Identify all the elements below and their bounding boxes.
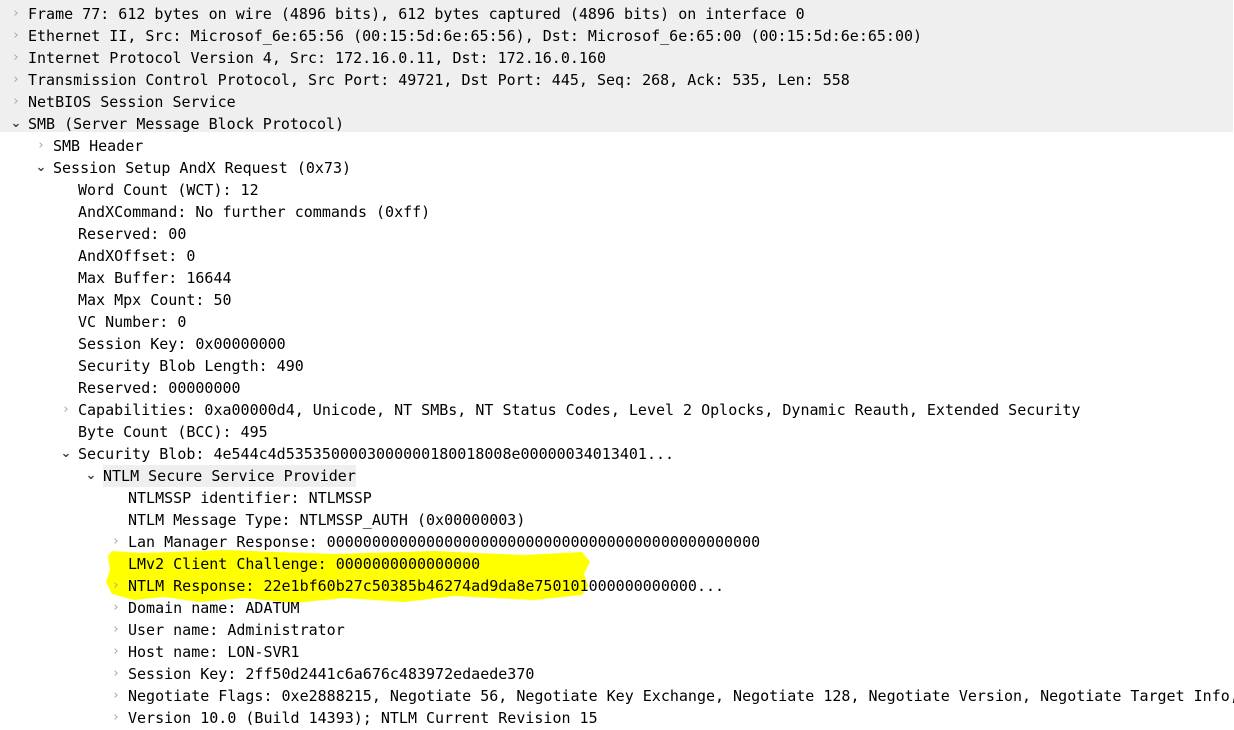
packet-detail-tree[interactable]: › Frame 77: 612 bytes on wire (4896 bits)… <box>0 0 1234 730</box>
tree-row[interactable]: Reserved: 00 <box>0 223 1234 245</box>
tree-row[interactable]: › Capabilities: 0xa00000d4, Unicode, NT S… <box>0 399 1234 421</box>
tree-row-label: AndXCommand: No further commands (0xff) <box>78 203 431 221</box>
tree-row[interactable]: Max Mpx Count: 50 <box>0 289 1234 311</box>
chevron-down-icon[interactable]: ⌄ <box>58 443 74 465</box>
chevron-right-icon[interactable]: › <box>8 25 24 47</box>
chevron-right-icon[interactable]: › <box>8 69 24 91</box>
chevron-right-icon[interactable]: › <box>108 663 124 685</box>
tree-row[interactable]: Reserved: 00000000 <box>0 377 1234 399</box>
tree-row-label: Domain name: ADATUM <box>128 599 300 617</box>
tree-row[interactable]: AndXCommand: No further commands (0xff) <box>0 201 1234 223</box>
tree-row[interactable]: Word Count (WCT): 12 <box>0 179 1234 201</box>
tree-row-label: Word Count (WCT): 12 <box>78 181 259 199</box>
tree-row-label: Security Blob: 4e544c4d53535000030000001… <box>78 445 675 463</box>
tree-row[interactable]: › User name: Administrator <box>0 619 1234 641</box>
tree-row[interactable]: VC Number: 0 <box>0 311 1234 333</box>
tree-row[interactable]: ⌄ Security Blob: 4e544c4d5353500003000000… <box>0 443 1234 465</box>
tree-row-label: Session Setup AndX Request (0x73) <box>53 159 352 177</box>
tree-row-label: Reserved: 00 <box>78 225 187 243</box>
tree-row[interactable]: › Frame 77: 612 bytes on wire (4896 bits)… <box>0 3 1234 25</box>
tree-row[interactable]: › Transmission Control Protocol, Src Port… <box>0 69 1234 91</box>
chevron-right-icon[interactable]: › <box>58 399 74 421</box>
tree-row-label: Version 10.0 (Build 14393); NTLM Current… <box>128 709 598 727</box>
tree-row[interactable]: Session Key: 0x00000000 <box>0 333 1234 355</box>
tree-row[interactable]: › Version 10.0 (Build 14393); NTLM Curren… <box>0 707 1234 729</box>
chevron-down-icon[interactable]: ⌄ <box>83 465 99 487</box>
tree-row[interactable]: › Lan Manager Response: 00000000000000000… <box>0 531 1234 553</box>
tree-row-label: Host name: LON-SVR1 <box>128 643 300 661</box>
chevron-right-icon[interactable]: › <box>108 685 124 707</box>
chevron-right-icon[interactable]: › <box>8 91 24 113</box>
tree-row-label: NTLM Response: 22e1bf60b27c50385b46274ad… <box>128 577 725 595</box>
tree-row-label: NTLM Message Type: NTLMSSP_AUTH (0x00000… <box>128 511 526 529</box>
tree-row[interactable]: Byte Count (BCC): 495 <box>0 421 1234 443</box>
tree-row-label: VC Number: 0 <box>78 313 187 331</box>
tree-row-label: Capabilities: 0xa00000d4, Unicode, NT SM… <box>78 401 1081 419</box>
tree-row-label: Session Key: 0x00000000 <box>78 335 286 353</box>
chevron-down-icon[interactable]: ⌄ <box>33 157 49 179</box>
tree-row-label: Lan Manager Response: 000000000000000000… <box>128 533 761 551</box>
chevron-right-icon[interactable]: › <box>33 135 49 157</box>
tree-row[interactable]: NTLMSSP identifier: NTLMSSP <box>0 487 1234 509</box>
chevron-right-icon[interactable]: › <box>108 619 124 641</box>
tree-row[interactable]: › NetBIOS Session Service <box>0 91 1234 113</box>
tree-row-label: Security Blob Length: 490 <box>78 357 304 375</box>
tree-row-label: Ethernet II, Src: Microsof_6e:65:56 (00:… <box>28 27 923 45</box>
chevron-down-icon[interactable]: ⌄ <box>8 113 24 135</box>
tree-row[interactable]: › Session Key: 2ff50d2441c6a676c483972eda… <box>0 663 1234 685</box>
tree-row[interactable]: NTLM Message Type: NTLMSSP_AUTH (0x00000… <box>0 509 1234 531</box>
tree-row[interactable]: › NTLM Response: 22e1bf60b27c50385b46274a… <box>0 575 1234 597</box>
tree-row[interactable]: Max Buffer: 16644 <box>0 267 1234 289</box>
tree-row[interactable]: Security Blob Length: 490 <box>0 355 1234 377</box>
tree-row[interactable]: › Negotiate Flags: 0xe2888215, Negotiate … <box>0 685 1234 707</box>
tree-row[interactable]: ⌄ Session Setup AndX Request (0x73) <box>0 157 1234 179</box>
chevron-right-icon[interactable]: › <box>8 47 24 69</box>
chevron-right-icon[interactable]: › <box>108 531 124 553</box>
tree-row-label: AndXOffset: 0 <box>78 247 196 265</box>
tree-row[interactable]: ⌄ NTLM Secure Service Provider <box>0 465 1234 487</box>
chevron-right-icon[interactable]: › <box>108 707 124 729</box>
tree-row-label: SMB (Server Message Block Protocol) <box>28 115 345 133</box>
tree-row[interactable]: › Host name: LON-SVR1 <box>0 641 1234 663</box>
tree-row-label: Transmission Control Protocol, Src Port:… <box>28 71 850 89</box>
chevron-right-icon[interactable]: › <box>108 641 124 663</box>
chevron-right-icon[interactable]: › <box>108 575 124 597</box>
tree-row[interactable]: › Ethernet II, Src: Microsof_6e:65:56 (00… <box>0 25 1234 47</box>
tree-row[interactable]: LMv2 Client Challenge: 0000000000000000 <box>0 553 1234 575</box>
tree-row[interactable]: ⌄ SMB (Server Message Block Protocol) <box>0 113 1234 135</box>
tree-row-label: LMv2 Client Challenge: 0000000000000000 <box>128 555 481 573</box>
tree-row-label: Max Mpx Count: 50 <box>78 291 232 309</box>
tree-row-label: NTLMSSP identifier: NTLMSSP <box>128 489 372 507</box>
tree-row-label: Negotiate Flags: 0xe2888215, Negotiate 5… <box>128 687 1234 705</box>
tree-row-label: Session Key: 2ff50d2441c6a676c483972edae… <box>128 665 535 683</box>
tree-row-label: NetBIOS Session Service <box>28 93 236 111</box>
tree-row[interactable]: › Domain name: ADATUM <box>0 597 1234 619</box>
tree-row[interactable]: › Internet Protocol Version 4, Src: 172.1… <box>0 47 1234 69</box>
tree-row[interactable]: AndXOffset: 0 <box>0 245 1234 267</box>
tree-row-label: NTLM Secure Service Provider <box>103 465 356 487</box>
tree-row-label: Byte Count (BCC): 495 <box>78 423 268 441</box>
tree-row-label: User name: Administrator <box>128 621 345 639</box>
tree-row-label: Internet Protocol Version 4, Src: 172.16… <box>28 49 606 67</box>
tree-row-label: SMB Header <box>53 137 144 155</box>
tree-row-label: Frame 77: 612 bytes on wire (4896 bits),… <box>28 5 805 23</box>
tree-row-label: Max Buffer: 16644 <box>78 269 232 287</box>
tree-row-label: Reserved: 00000000 <box>78 379 241 397</box>
chevron-right-icon[interactable]: › <box>108 597 124 619</box>
chevron-right-icon[interactable]: › <box>8 3 24 25</box>
tree-row[interactable]: › SMB Header <box>0 135 1234 157</box>
